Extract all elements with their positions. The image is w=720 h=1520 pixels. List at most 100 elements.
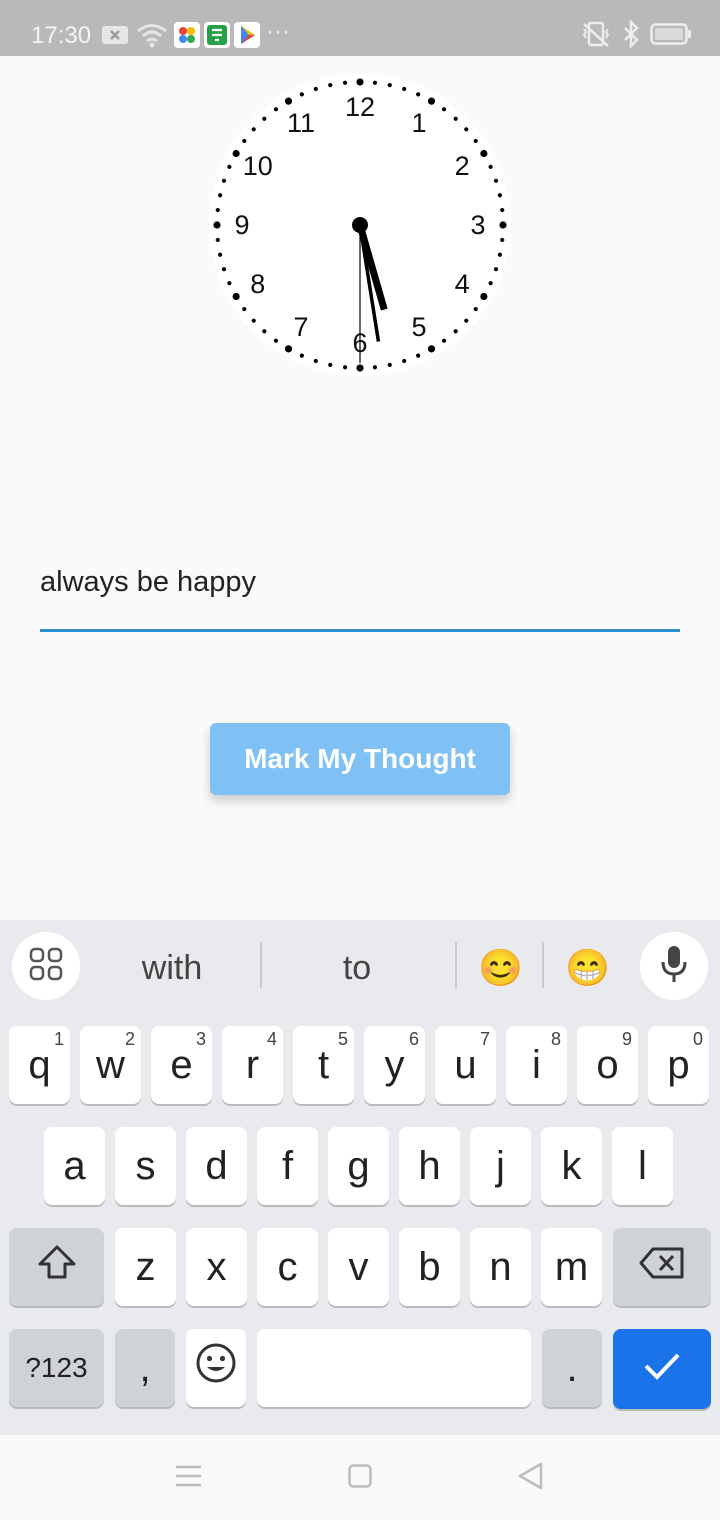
clock-tick [328, 362, 333, 367]
key-g[interactable]: g [328, 1127, 389, 1205]
clock-tick [251, 127, 256, 132]
input-focus-underline [40, 629, 680, 632]
clock-number: 5 [411, 312, 426, 342]
key-x[interactable]: x [186, 1228, 247, 1306]
grid-icon [28, 946, 64, 987]
photos-app-icon [174, 22, 200, 50]
clock-tick [488, 281, 493, 286]
key-c[interactable]: c [257, 1228, 318, 1306]
clock-tick [221, 267, 227, 272]
clock-tick [453, 116, 458, 121]
clock-tick [500, 237, 505, 243]
key-e[interactable]: e3 [151, 1026, 212, 1104]
suggestion-word-2[interactable]: to [272, 944, 442, 992]
wifi-icon [135, 22, 169, 50]
clock-tick [227, 164, 232, 169]
suggestion-strip: with to 😊 😁 [0, 920, 720, 1016]
key-y[interactable]: y6 [364, 1026, 425, 1104]
clock-tick [342, 80, 348, 85]
emoji-suggestion-grin[interactable]: 😁 [565, 946, 610, 990]
clock-tick [480, 149, 488, 158]
clock-tick [464, 127, 469, 132]
vibrate-icon [580, 20, 612, 53]
play-store-icon [234, 22, 260, 50]
key-u[interactable]: u7 [435, 1026, 496, 1104]
more-dots-icon: ··· [266, 18, 290, 45]
key-j[interactable]: j [470, 1127, 531, 1205]
keyboard-apps-button[interactable] [12, 932, 80, 1000]
clock-tick [427, 97, 436, 105]
clock-tick [284, 97, 293, 105]
key-l[interactable]: l [612, 1127, 673, 1205]
key-z[interactable]: z [115, 1228, 176, 1306]
battery-icon [650, 22, 692, 51]
emoji-key[interactable] [186, 1329, 246, 1407]
clock-tick [441, 338, 447, 343]
status-time: 17:30 [31, 22, 92, 49]
recents-menu-icon[interactable] [175, 1464, 202, 1493]
key-t[interactable]: t5 [293, 1026, 354, 1104]
key-k[interactable]: k [541, 1127, 602, 1205]
clock-tick [427, 345, 436, 353]
key-number-hint: 0 [692, 1029, 703, 1049]
clock-tick [299, 92, 304, 97]
period-key[interactable]: . [542, 1329, 602, 1407]
key-a[interactable]: a [44, 1127, 105, 1205]
key-label: u [454, 1042, 477, 1087]
clock-tick [416, 92, 421, 97]
key-label: s [135, 1143, 156, 1188]
key-s[interactable]: s [115, 1127, 176, 1205]
key-d[interactable]: d [186, 1127, 247, 1205]
emoji-suggestion-smile[interactable]: 😊 [478, 946, 523, 990]
clock-tick [372, 365, 378, 370]
clock-tick [215, 237, 220, 243]
key-f[interactable]: f [257, 1127, 318, 1205]
suggestion-divider [542, 942, 544, 988]
mark-my-thought-button[interactable]: Mark My Thought [210, 723, 510, 795]
key-p[interactable]: p0 [648, 1026, 709, 1104]
key-b[interactable]: b [399, 1228, 460, 1306]
clock-tick [497, 252, 502, 257]
backspace-icon [639, 1245, 685, 1290]
clock-tick [218, 193, 223, 198]
voice-input-button[interactable] [640, 932, 708, 1000]
clock-number: 1 [411, 108, 426, 138]
space-key[interactable] [257, 1329, 531, 1407]
key-v[interactable]: v [328, 1228, 389, 1306]
backspace-key[interactable] [613, 1228, 711, 1306]
key-w[interactable]: w2 [80, 1026, 141, 1104]
key-m[interactable]: m [541, 1228, 602, 1306]
clock-center-pin [352, 217, 368, 233]
key-label: p [667, 1042, 690, 1087]
clock-number: 8 [250, 269, 265, 299]
clock-tick [464, 318, 469, 323]
key-q[interactable]: q1 [9, 1026, 70, 1104]
key-label: w [96, 1042, 125, 1087]
clock-tick [262, 116, 267, 121]
system-nav-bar [0, 1435, 720, 1520]
clock-tick [242, 138, 247, 144]
suggestion-word-1[interactable]: with [92, 944, 252, 992]
clock-tick [402, 86, 407, 92]
clock-tick [387, 83, 392, 88]
key-n[interactable]: n [470, 1228, 531, 1306]
comma-key[interactable]: , [115, 1329, 175, 1407]
key-h[interactable]: h [399, 1127, 460, 1205]
key-r[interactable]: r4 [222, 1026, 283, 1104]
key-i[interactable]: i8 [506, 1026, 567, 1104]
key-label: c [277, 1244, 298, 1289]
clock-number: 3 [470, 210, 485, 240]
back-triangle-icon[interactable] [517, 1462, 543, 1495]
key-label: q [28, 1042, 51, 1087]
thought-input[interactable] [40, 560, 680, 604]
key-o[interactable]: o9 [577, 1026, 638, 1104]
clock-tick [242, 306, 247, 312]
key-label: m [554, 1244, 589, 1289]
enter-done-key[interactable] [613, 1329, 711, 1409]
shift-icon [37, 1244, 77, 1290]
shift-key[interactable] [9, 1228, 104, 1306]
clock-tick [441, 107, 447, 112]
symbols-key[interactable]: ?123 [9, 1329, 104, 1407]
smiley-icon [195, 1342, 237, 1394]
home-square-icon[interactable] [348, 1464, 372, 1493]
